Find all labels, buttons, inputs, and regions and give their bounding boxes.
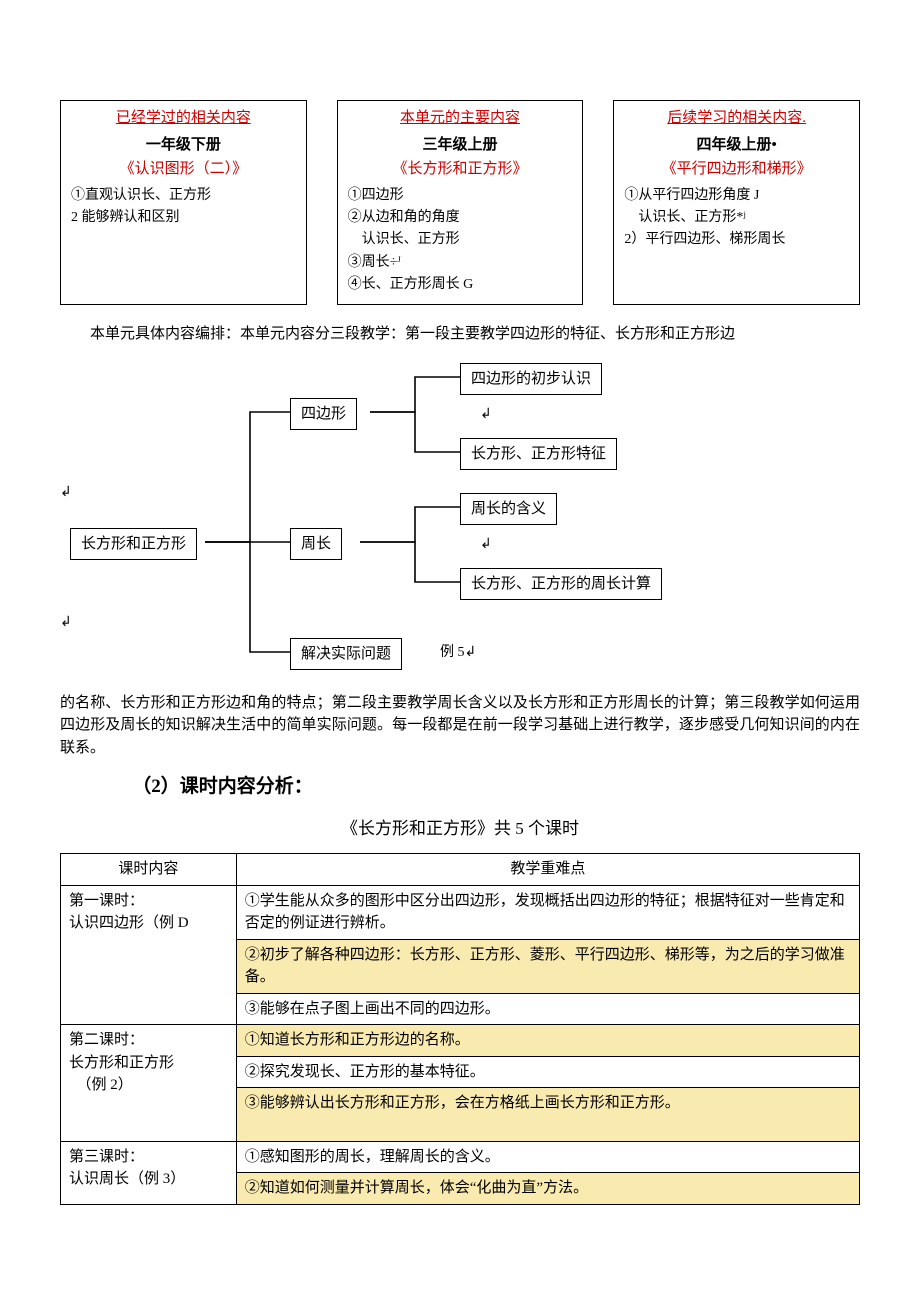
lesson-1-point-1: ①学生能从众多的图形中区分出四边形，发现概括出四边形的特征；根据特征对一些肯定和… [236, 885, 859, 939]
prior-item-2: 2 能够辨认和区别 [71, 207, 296, 229]
unit-structure-diagram: 长方形和正方形 四边形 周长 解决实际问题 四边形的初步认识 长方形、正方形特征… [60, 352, 860, 682]
current-grade: 三年级上册 [348, 134, 573, 157]
table-row: 第二课时： 长方形和正方形 （例 2） ①知道长方形和正方形边的名称。 [61, 1025, 860, 1057]
node-problem-solving: 解决实际问题 [290, 638, 402, 671]
table-row: 第一课时： 认识四边形（例 D ①学生能从众多的图形中区分出四边形，发现概括出四… [61, 885, 860, 939]
current-unit-box: 本单元的主要内容 三年级上册 《长方形和正方形》 ①四边形 ②从边和角的角度 认… [337, 100, 584, 305]
prior-head: 已经学过的相关内容 [71, 107, 296, 130]
leaf-rect-square-features: 长方形、正方形特征 [460, 438, 617, 471]
future-grade: 四年级上册• [624, 134, 849, 157]
return-mark-4: ↲ [60, 612, 72, 633]
lesson-2-title: 第二课时： 长方形和正方形 （例 2） [61, 1025, 237, 1142]
intro-paragraph-2: 的名称、长方形和正方形边和角的特点；第二段主要教学周长含义以及长方形和正方形周长… [60, 692, 860, 760]
lesson-1-point-2: ②初步了解各种四边形：长方形、正方形、菱形、平行四边形、梯形等，为之后的学习做准… [236, 939, 859, 993]
l1-line1: 第一课时： [69, 890, 228, 913]
lesson-2-point-2: ②探究发现长、正方形的基本特征。 [236, 1056, 859, 1088]
section-heading: （2）课时内容分析： [60, 773, 860, 802]
current-item-4: ③周长÷ᴶ [348, 252, 573, 274]
current-item-5: ④长、正方形周长 G [348, 274, 573, 296]
l2-line2: 长方形和正方形 [69, 1052, 228, 1075]
knowledge-progression-boxes: 已经学过的相关内容 一年级下册 《认识图形（二）》 ①直观认识长、正方形 2 能… [60, 100, 860, 305]
return-mark-2: ↲ [480, 534, 492, 555]
current-book: 《长方形和正方形》 [348, 158, 573, 181]
lesson-1-point-3: ③能够在点子图上画出不同的四边形。 [236, 993, 859, 1025]
prior-book: 《认识图形（二）》 [71, 158, 296, 181]
future-knowledge-box: 后续学习的相关内容. 四年级上册• 《平行四边形和梯形》 ①从平行四边形角度 J… [613, 100, 860, 305]
l3-line2: 认识周长（例 3） [69, 1168, 228, 1191]
leaf-perimeter-meaning: 周长的含义 [460, 493, 557, 526]
future-item-1: ①从平行四边形角度 J [624, 185, 849, 207]
lesson-3-point-2: ②知道如何测量并计算周长，体会“化曲为直”方法。 [236, 1173, 859, 1205]
future-head: 后续学习的相关内容. [624, 107, 849, 130]
prior-knowledge-box: 已经学过的相关内容 一年级下册 《认识图形（二）》 ①直观认识长、正方形 2 能… [60, 100, 307, 305]
table-header-row: 课时内容 教学重难点 [61, 854, 860, 886]
l2-line1: 第二课时： [69, 1029, 228, 1052]
th-points: 教学重难点 [236, 854, 859, 886]
lesson-table: 课时内容 教学重难点 第一课时： 认识四边形（例 D ①学生能从众多的图形中区分… [60, 853, 860, 1205]
lesson-2-point-3: ③能够辨认出长方形和正方形，会在方格纸上画长方形和正方形。 [236, 1088, 859, 1142]
future-item-2: 认识长、正方形*ʲ [624, 207, 849, 229]
table-row: 第三课时： 认识周长（例 3） ①感知图形的周长，理解周长的含义。 [61, 1141, 860, 1173]
lesson-3-point-1: ①感知图形的周长，理解周长的含义。 [236, 1141, 859, 1173]
node-perimeter: 周长 [290, 528, 342, 561]
return-mark-3: ↲ [60, 482, 72, 503]
current-item-3: 认识长、正方形 [348, 229, 573, 251]
prior-item-1: ①直观认识长、正方形 [71, 185, 296, 207]
current-head: 本单元的主要内容 [348, 107, 573, 130]
node-root: 长方形和正方形 [70, 528, 197, 561]
lesson-2-point-1: ①知道长方形和正方形边的名称。 [236, 1025, 859, 1057]
lesson-3-title: 第三课时： 认识周长（例 3） [61, 1141, 237, 1204]
future-book: 《平行四边形和梯形》 [624, 158, 849, 181]
lesson-1-title: 第一课时： 认识四边形（例 D [61, 885, 237, 1025]
l1-line3: 认识四边形（例 D [69, 912, 228, 935]
l2-line3: （例 2） [69, 1074, 228, 1097]
l3-line1: 第三课时： [69, 1146, 228, 1169]
leaf-quad-intro: 四边形的初步认识 [460, 363, 602, 396]
node-quadrilateral: 四边形 [290, 398, 357, 431]
current-item-1: ①四边形 [348, 185, 573, 207]
prior-grade: 一年级下册 [71, 134, 296, 157]
return-mark-1: ↲ [480, 404, 492, 425]
th-lesson: 课时内容 [61, 854, 237, 886]
intro-paragraph-1: 本单元具体内容编排：本单元内容分三段教学：第一段主要教学四边形的特征、长方形和正… [60, 323, 860, 346]
table-title: 《长方形和正方形》共 5 个课时 [60, 816, 860, 842]
note-example-5: 例 5↲ [440, 642, 476, 663]
future-item-3: 2）平行四边形、梯形周长 [624, 229, 849, 251]
leaf-perimeter-calc: 长方形、正方形的周长计算 [460, 568, 662, 601]
current-item-2: ②从边和角的角度 [348, 207, 573, 229]
